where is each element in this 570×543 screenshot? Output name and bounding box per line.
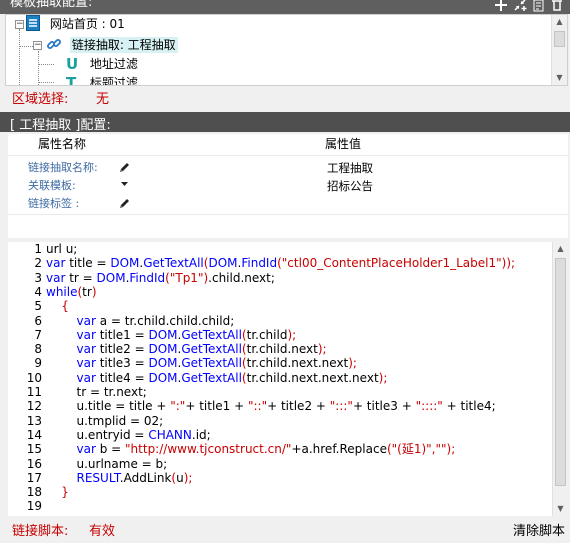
line-code: } (46, 485, 69, 500)
line-number: 17 (26, 470, 42, 485)
config-panel-title: [ 工程抽取 ]配置: (10, 118, 111, 133)
tree-item-title-filter[interactable]: T 标题过滤 (66, 74, 138, 86)
scroll-down-icon[interactable]: ▼ (553, 502, 568, 516)
scroll-up-icon[interactable]: ▲ (553, 242, 568, 256)
property-value[interactable]: 招标公告 (327, 177, 373, 195)
tree-item-label: 链接抽取: 工程抽取 (69, 37, 178, 53)
tree-line (19, 46, 33, 47)
line-code: u.title = title + ":"+ title1 + "::"+ ti… (46, 399, 496, 414)
line-code: var title3 = DOM.GetTextAll(tr.child.nex… (76, 356, 357, 371)
line-code: u.urlname = b; (46, 456, 168, 471)
divider (8, 214, 568, 215)
tree-item-label: 标题过滤 (89, 76, 138, 86)
line-code: while(tr) (46, 284, 97, 299)
line-code: u.entryid = CHANN.id; (46, 427, 211, 442)
tree-line (38, 51, 39, 85)
tree-item-label: 地址过滤 (89, 57, 138, 71)
line-number: 2 (34, 256, 42, 271)
property-row[interactable]: 链接标签 : (8, 195, 568, 213)
add-link-icon[interactable] (512, 0, 528, 13)
status-bar: 链接脚本: 有效 清除脚本 (5, 517, 568, 539)
property-row[interactable]: 关联模板: 招标公告 (8, 177, 568, 195)
property-name: 关联模板: (28, 179, 76, 192)
line-number: 20 (18, 514, 42, 516)
line-code: var a = tr.child.child.child; (76, 313, 235, 328)
script-editor[interactable]: 1 url u; 2 var title = DOM.GetTextAll(DOM.F… (8, 242, 568, 516)
add-document-icon[interactable] (531, 0, 547, 13)
region-label: 区域选择: (12, 92, 69, 107)
link-icon (46, 36, 62, 57)
line-code: var title4 = DOM.GetTextAll(tr.child.nex… (76, 370, 388, 385)
line-code: var tr = DOM.FindId("Tp1").child.next; (46, 270, 275, 285)
tree-item-label: 网站首页 : 01 (49, 17, 125, 31)
line-code: { (46, 299, 69, 314)
template-panel-title: 模板抽取配置: (10, 0, 93, 10)
line-code: var title1 = DOM.GetTextAll(tr.child); (76, 327, 297, 342)
dropdown-icon[interactable] (118, 177, 131, 196)
line-number: 18 (26, 485, 42, 500)
property-name: 链接抽取名称: (28, 161, 98, 174)
line-number: 4 (34, 284, 42, 299)
line-code: RESULT.AddLink(u); (76, 470, 193, 485)
tree-item-link-extract[interactable]: 链接抽取: 工程抽取 (46, 36, 178, 54)
region-bar: 区域选择: 无 (5, 86, 568, 107)
line-number: 7 (34, 327, 42, 342)
t-filter-icon: T (66, 74, 77, 86)
line-number: 15 (26, 442, 42, 457)
line-code: var title2 = DOM.GetTextAll(tr.child.nex… (76, 342, 327, 357)
collapse-expander[interactable]: − (15, 20, 24, 29)
property-name: 链接标签 : (28, 197, 80, 210)
property-row[interactable]: 链接抽取名称: 工程抽取 (8, 159, 568, 177)
tree-scrollbar[interactable]: ▲ ▼ (551, 15, 567, 85)
line-number: 10 (26, 370, 42, 385)
tree-line (38, 82, 54, 83)
line-number: 11 (26, 385, 42, 399)
column-header-value: 属性值 (325, 137, 362, 151)
tree-item-homepage[interactable]: 网站首页 : 01 (26, 15, 125, 33)
line-code: var b = "http://www.tjconstruct.cn/"+a.h… (76, 442, 456, 457)
scroll-down-icon[interactable]: ▼ (552, 71, 567, 85)
property-grid: 属性名称 属性值 链接抽取名称: 工程抽取 关联模板: 招标公告 链接标签 : (8, 134, 568, 238)
scroll-thumb[interactable] (554, 31, 565, 47)
add-icon[interactable] (493, 0, 509, 13)
script-status-value: 有效 (89, 524, 116, 539)
template-panel-header: 模板抽取配置: (0, 0, 570, 14)
line-code: tr = tr.next; (46, 385, 147, 399)
line-number: 5 (34, 299, 42, 314)
column-header-name: 属性名称 (38, 137, 87, 151)
line-number: 14 (26, 427, 42, 442)
line-code: var title = DOM.GetTextAll(DOM.FindId("c… (46, 256, 516, 271)
line-code: u.tmplid = 02; (46, 413, 164, 428)
line-number: 6 (34, 313, 42, 328)
line-number: 3 (34, 270, 42, 285)
line-number: 12 (26, 399, 42, 414)
template-tree: − 网站首页 : 01 − 链接抽取: 工程抽取 U 地址过滤 T 标题过滤 ▲… (5, 14, 568, 86)
scroll-thumb[interactable] (555, 258, 566, 486)
script-status-label: 链接脚本: (12, 524, 69, 539)
collapse-expander[interactable]: − (33, 41, 42, 50)
tree-line (38, 64, 54, 65)
property-value[interactable]: 工程抽取 (327, 159, 373, 177)
line-number: 16 (26, 456, 42, 471)
u-filter-icon: U (66, 55, 79, 73)
line-code: url u; (46, 242, 78, 256)
line-number: 19 (26, 499, 42, 514)
page-icon (26, 15, 40, 36)
tree-line (19, 29, 20, 85)
line-number: 13 (26, 413, 42, 428)
line-number: 9 (34, 356, 42, 371)
config-panel-header: [ 工程抽取 ]配置: (0, 112, 570, 133)
divider (8, 155, 568, 156)
tree-item-url-filter[interactable]: U 地址过滤 (66, 55, 138, 73)
clear-script-button[interactable]: 清除脚本 (513, 520, 565, 539)
editor-scrollbar[interactable]: ▲ ▼ (552, 242, 568, 516)
region-value[interactable]: 无 (96, 88, 109, 107)
scroll-up-icon[interactable]: ▲ (552, 15, 567, 29)
line-number: 8 (34, 342, 42, 357)
line-number: 1 (34, 242, 42, 256)
delete-icon[interactable] (550, 0, 564, 13)
